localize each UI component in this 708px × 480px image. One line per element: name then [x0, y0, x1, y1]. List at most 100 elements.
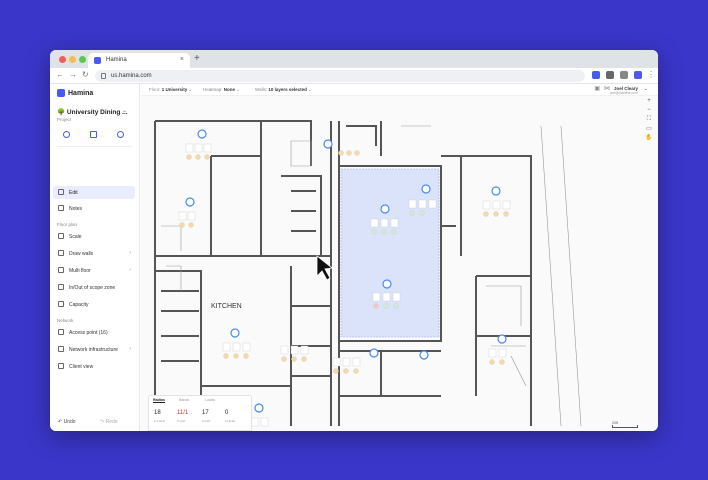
extension-icon[interactable] [592, 71, 600, 79]
access-point-marker [421, 184, 431, 194]
notes-icon [58, 205, 64, 211]
edit-icon [58, 189, 64, 195]
floor-toolbar: Floor: 1 University ⌄ Heatmap: None ⌄ Wa… [141, 84, 658, 96]
sidebar-item-multi-floor[interactable]: Multi floor › [53, 264, 135, 277]
kitchen-room-label: KITCHEN [211, 303, 242, 310]
sidebar-item-label: Scale [69, 234, 82, 240]
stat-value: 17 [202, 410, 209, 416]
heatmap-value: None [223, 87, 236, 92]
stat-value: 0 [225, 410, 229, 416]
access-point-marker [185, 197, 195, 207]
url-field[interactable]: us.hamina.com [95, 70, 585, 82]
fit-screen-icon[interactable]: ⛶ [644, 116, 654, 125]
globe-icon[interactable] [63, 131, 70, 138]
tab-close-icon[interactable]: × [180, 56, 184, 63]
tab-bar: Hamina × + [50, 50, 658, 68]
forward-icon[interactable]: → [69, 70, 77, 79]
sidebar-item-label: Multi floor [69, 268, 91, 274]
zoom-in-icon[interactable]: + [644, 98, 654, 107]
capacity-icon [58, 301, 64, 307]
access-point-marker [230, 328, 240, 338]
save-icon[interactable]: ▣ [594, 85, 600, 92]
stat-caption: 2.4 GHz [154, 419, 166, 423]
scale-bar: 20ft [612, 421, 638, 428]
hamina-logo-icon [57, 89, 65, 97]
stats-panel: Radios Bands Loads 18 2.4 GHz 11/1 5 GHz… [148, 395, 252, 431]
floor-plan-canvas[interactable]: KITCHEN + − ⛶ ▭ ✋ Radios Bands Loads 18 … [141, 96, 658, 431]
sidebar-item-label: Network infrastructure [69, 347, 118, 353]
sidebar-item-label: Capacity [69, 302, 89, 308]
walls-label: Walls: [255, 87, 268, 92]
puzzle-icon[interactable] [606, 71, 614, 79]
chevron-right-icon: › [129, 267, 131, 273]
close-window-icon[interactable] [59, 56, 66, 63]
sidebar-panel-icon[interactable] [620, 71, 628, 79]
sidebar-item-capacity[interactable]: Capacity [53, 298, 135, 311]
hamina-favicon-icon [94, 57, 101, 64]
app: Hamina 🌳 University Dining ... Project ⌃… [50, 84, 658, 431]
stat-value: 18 [154, 410, 161, 416]
upload-icon[interactable] [90, 131, 97, 138]
floor-label: Floor: [149, 87, 161, 92]
back-icon[interactable]: ← [56, 70, 64, 79]
sidebar-item-draw-walls[interactable]: Draw walls › [53, 247, 135, 260]
sidebar-item-access-point[interactable]: Access point (16) [53, 326, 135, 339]
user-menu-chevron-icon[interactable]: ⌄ [644, 86, 648, 92]
zoom-out-icon[interactable]: − [644, 107, 654, 116]
access-point-marker [380, 204, 390, 214]
user-email: joel@hamina.com [609, 91, 638, 95]
profile-icon[interactable] [634, 71, 642, 79]
chevron-right-icon: › [129, 346, 131, 352]
zone-icon [58, 284, 64, 290]
menu-dots-icon[interactable]: ⋮ [647, 70, 655, 79]
sidebar-item-label: Access point (16) [69, 330, 108, 336]
tab-radios[interactable]: Radios [153, 398, 165, 403]
undo-label: Undo [63, 419, 76, 425]
floor-select[interactable]: Floor: 1 University ⌄ [149, 87, 192, 93]
sidebar-item-edit[interactable]: Edit [53, 186, 135, 199]
sidebar-item-notes[interactable]: Notes [53, 202, 135, 215]
redo-label: Redo [105, 419, 118, 425]
divider [57, 146, 132, 147]
sidebar-item-label: Edit [69, 190, 78, 196]
access-point-marker [497, 334, 507, 344]
sidebar-item-scale[interactable]: Scale [53, 230, 135, 243]
layers-icon[interactable]: ▭ [644, 125, 654, 134]
floor-icon [58, 267, 64, 273]
tab-bands[interactable]: Bands [179, 398, 189, 402]
ap-icon [58, 329, 64, 335]
tab-title: Hamina [106, 57, 127, 63]
undo-button[interactable]: ↶ Undo [58, 419, 76, 425]
address-bar: ← → ↻ us.hamina.com ⋮ [50, 68, 658, 84]
stat-caption: Cellular [225, 419, 236, 423]
sidebar-item-client-view[interactable]: Client view [53, 360, 135, 373]
project-subtitle: Project [57, 117, 72, 122]
stat-caption: 6 GHz [202, 419, 211, 423]
maximize-window-icon[interactable] [79, 56, 86, 63]
reload-icon[interactable]: ↻ [82, 70, 89, 79]
client-icon [58, 363, 64, 369]
sidebar-item-scope-zone[interactable]: In/Out of scope zone [53, 281, 135, 294]
access-point-marker [254, 403, 264, 413]
browser-window: Hamina × + ← → ↻ us.hamina.com ⋮ Hamina … [50, 50, 658, 431]
floor-value: 1 University [161, 87, 188, 92]
tab-loads[interactable]: Loads [205, 398, 215, 402]
access-point-marker [197, 129, 207, 139]
project-name[interactable]: 🌳 University Dining ... [57, 108, 128, 116]
access-point-marker [323, 139, 333, 149]
network-icon [58, 346, 64, 352]
minimize-window-icon[interactable] [69, 56, 76, 63]
sidebar: Hamina 🌳 University Dining ... Project ⌃… [50, 84, 140, 431]
floor-plan-drawing: KITCHEN [154, 120, 582, 427]
scale-icon [58, 233, 64, 239]
sidebar-item-network-infrastructure[interactable]: Network infrastructure › [53, 343, 135, 356]
new-tab-button[interactable]: + [194, 53, 200, 64]
project-switch-icon[interactable]: ⌃ [122, 110, 127, 117]
walls-select[interactable]: Walls: 10 layers selected ⌄ [255, 87, 312, 93]
redo-button[interactable]: ↷ Redo [100, 419, 118, 425]
pan-hand-icon[interactable]: ✋ [644, 134, 654, 143]
heatmap-select[interactable]: Heatmap: None ⌄ [203, 87, 240, 93]
share-icon[interactable] [117, 131, 124, 138]
browser-tab[interactable]: Hamina × [88, 53, 190, 68]
sidebar-item-label: Client view [69, 364, 94, 370]
